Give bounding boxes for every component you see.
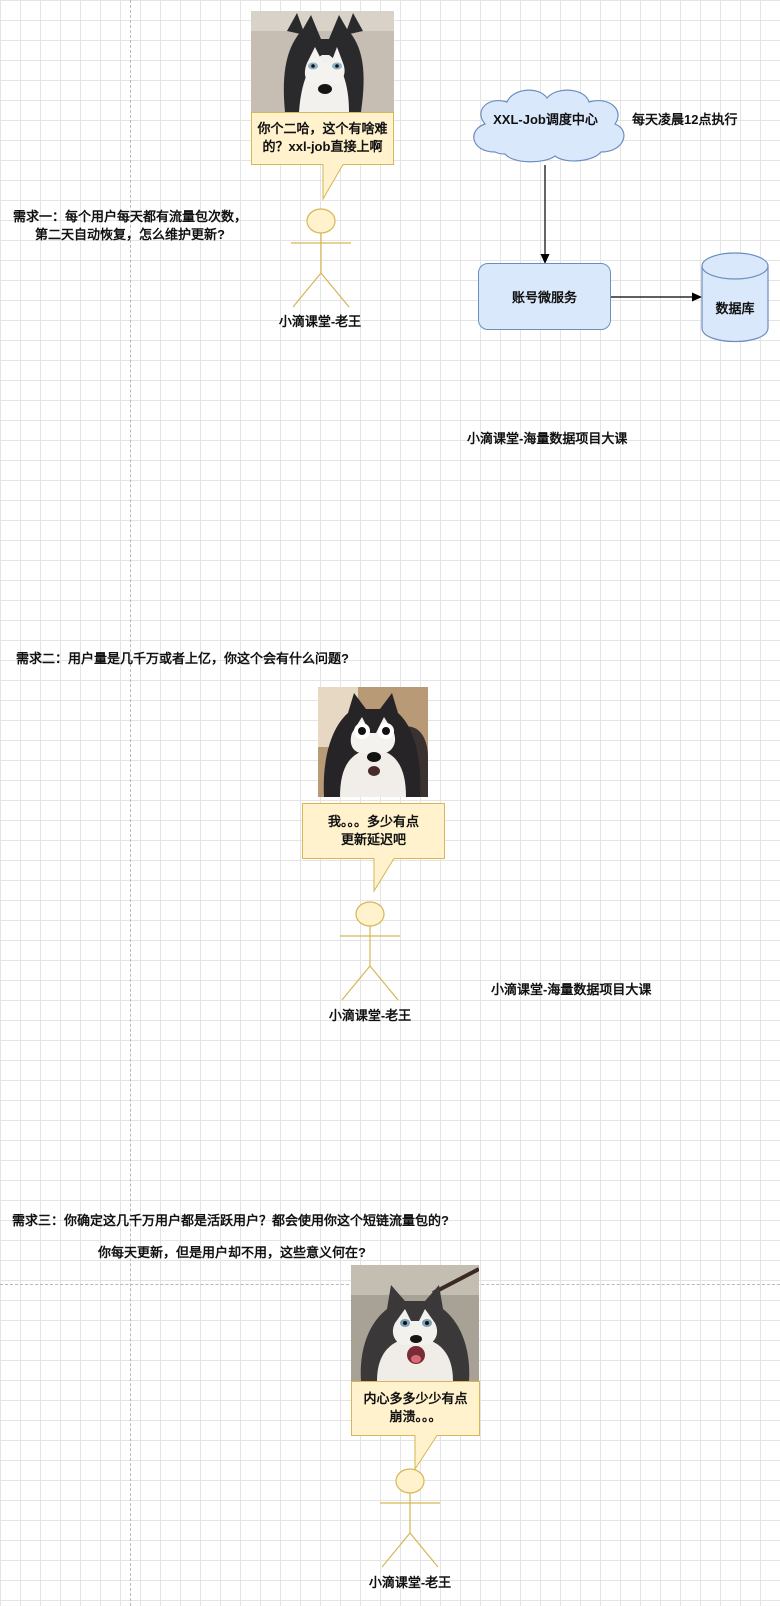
- speech-bubble-three-line1: 内心多多少少有点: [363, 1391, 468, 1406]
- speech-bubble-one: 你个二哈，这个有啥难 的？xxl-job直接上啊: [251, 112, 394, 201]
- speech-bubble-two: 我。。。多少有点 更新延迟吧: [302, 803, 445, 893]
- watermark-one: 小滴课堂-海量数据项目大课: [467, 431, 628, 446]
- stick-figure-icon: [340, 901, 400, 1007]
- actor-three-label: 小滴课堂-老王: [368, 1575, 452, 1590]
- database-label: 数据库: [715, 301, 755, 316]
- speech-bubble-one-line2: 的？xxl-job直接上啊: [262, 139, 383, 154]
- husky-photo: [251, 11, 394, 112]
- actor-two-label: 小滴课堂-老王: [328, 1008, 412, 1023]
- requirement-three-line2: 你每天更新，但是用户却不用，这些意义何在?: [98, 1245, 366, 1260]
- speech-bubble-two-line1: 我。。。多少有点: [327, 814, 419, 829]
- requirement-one-line2: 第二天自动恢复，怎么维护更新?: [35, 227, 225, 242]
- arrow-connector: [540, 165, 550, 265]
- watermark-two: 小滴课堂-海量数据项目大课: [491, 982, 652, 997]
- actor-one-label: 小滴课堂-老王: [278, 314, 362, 329]
- husky-shocked-photo: [318, 687, 428, 797]
- scheduler-label: XXL-Job调度中心: [493, 112, 598, 127]
- requirement-one: 需求一：每个用户每天都有流量包次数， 第二天自动恢复，怎么维护更新?: [10, 208, 250, 244]
- arrow-connector: [611, 291, 703, 303]
- requirement-two: 需求二：用户量是几千万或者上亿，你这个会有什么问题?: [16, 651, 349, 666]
- stick-figure-icon: [291, 208, 351, 314]
- requirement-three-line1: 需求三：你确定这几千万用户都是活跃用户？都会使用你这个短链流量包的?: [12, 1213, 449, 1228]
- speech-bubble-two-line2: 更新延迟吧: [340, 832, 406, 847]
- requirement-one-line1: 需求一：每个用户每天都有流量包次数，: [12, 209, 247, 224]
- account-service-label: 账号微服务: [511, 290, 577, 305]
- speech-bubble-three-line2: 崩溃。。。: [389, 1409, 442, 1424]
- stick-figure-icon: [380, 1468, 440, 1574]
- speech-bubble-one-line1: 你个二哈，这个有啥难: [257, 121, 388, 136]
- speech-bubble-three: 内心多多少少有点 崩溃。。。: [351, 1381, 480, 1471]
- cylinder-shape: [701, 252, 769, 342]
- schedule-note: 每天凌晨12点执行: [632, 112, 738, 127]
- husky-screaming-photo: [351, 1265, 479, 1381]
- account-service-node: 账号微服务: [478, 263, 611, 330]
